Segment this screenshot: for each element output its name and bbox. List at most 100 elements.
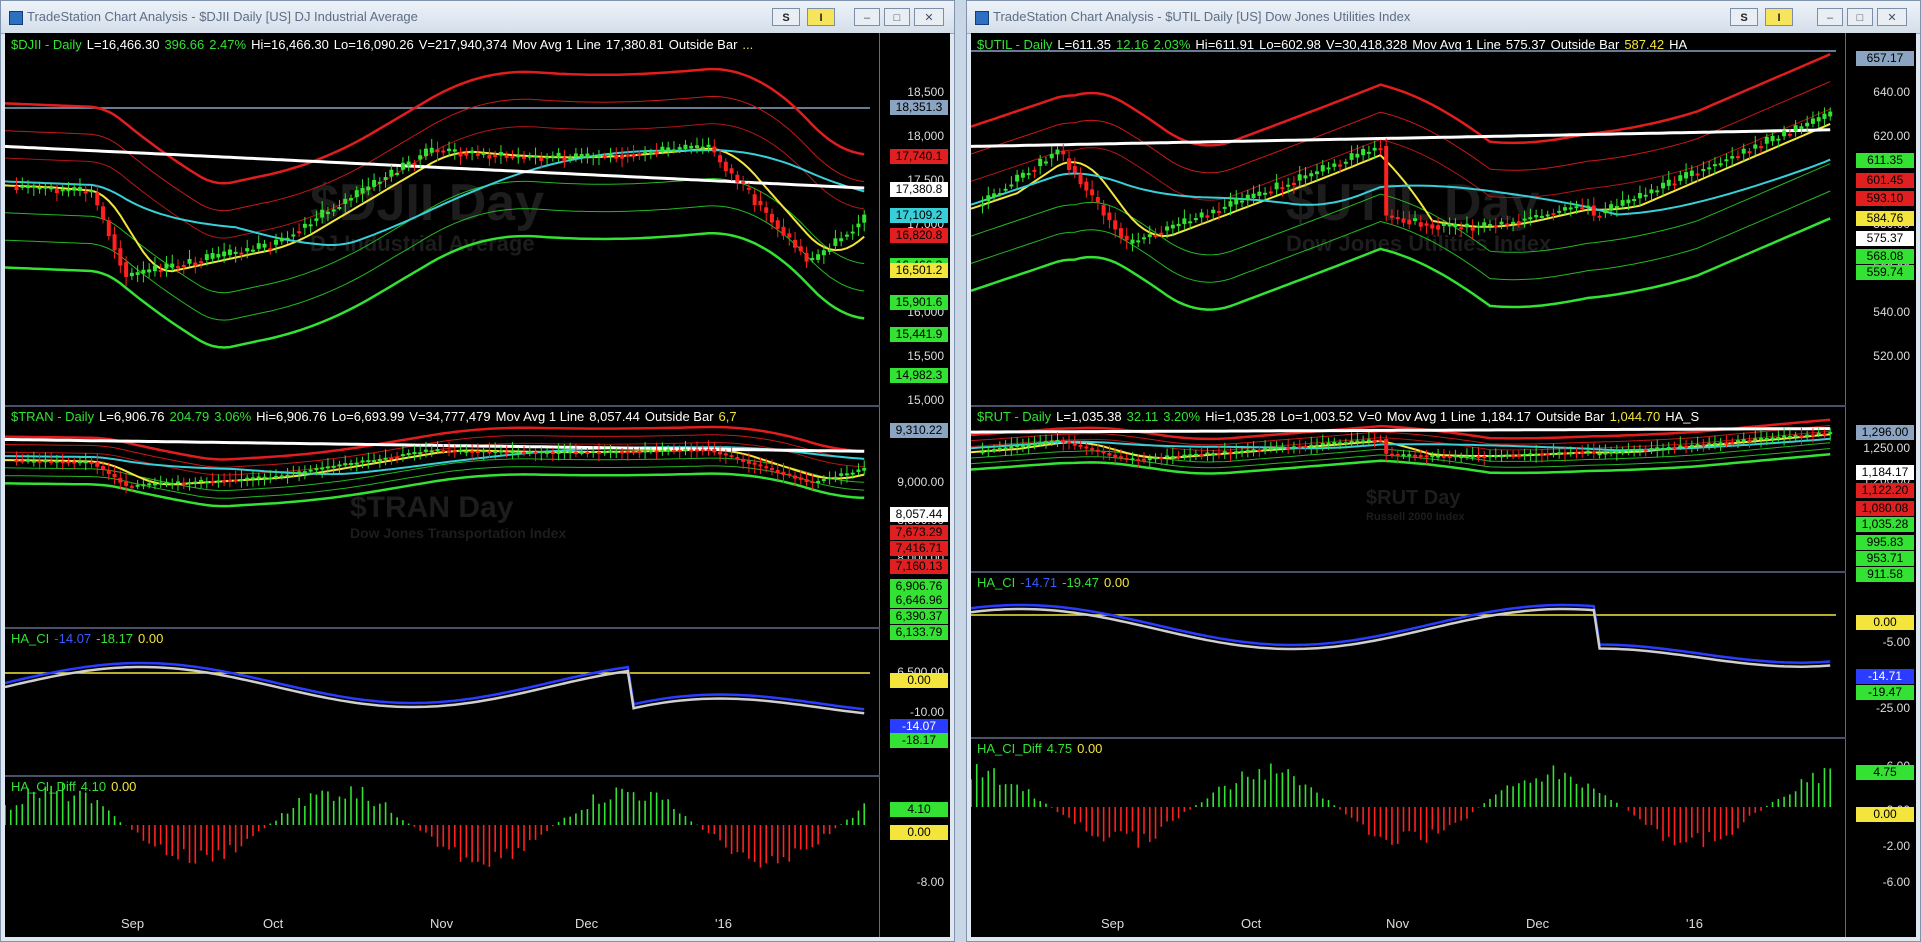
candle (1413, 454, 1418, 457)
candle (1407, 219, 1412, 225)
candle (723, 453, 728, 456)
maximize-button[interactable]: □ (1847, 8, 1873, 26)
candle (764, 207, 769, 213)
title-bar[interactable]: TradeStation Chart Analysis - $UTIL Dail… (967, 1, 1920, 34)
candle (573, 153, 578, 158)
axis-tick-label: 520.00 (1873, 349, 1910, 363)
close-button[interactable]: ✕ (1877, 8, 1907, 26)
candle (1228, 201, 1233, 207)
date-axis-label: '16 (1686, 916, 1703, 931)
candle (1003, 447, 1008, 450)
price-marker: 1,184.17 (1856, 465, 1914, 480)
candle (1349, 440, 1354, 443)
style-menu-button[interactable]: S (1730, 8, 1758, 26)
candle (1637, 193, 1642, 199)
candle (683, 448, 688, 451)
axis-tick-label: 15,000 (907, 393, 944, 407)
price-marker: 0.00 (890, 673, 948, 688)
price-marker: 17,380.8 (890, 182, 948, 197)
candle (1384, 439, 1389, 454)
minimize-button[interactable]: – (854, 8, 880, 26)
chart-window-util[interactable]: TradeStation Chart Analysis - $UTIL Dail… (966, 0, 1921, 942)
candle (1389, 453, 1394, 456)
candle (1332, 163, 1337, 167)
candle (862, 214, 867, 223)
price-marker: 16,820.8 (890, 228, 948, 243)
close-button[interactable]: ✕ (914, 8, 944, 26)
candle (1511, 455, 1516, 458)
candle (1453, 224, 1458, 227)
candle (1528, 453, 1533, 456)
candle (1257, 449, 1262, 452)
candle (1603, 452, 1608, 455)
candle (268, 477, 273, 480)
candle (383, 177, 388, 181)
candle (216, 480, 221, 483)
candle (1603, 209, 1608, 214)
candle (181, 264, 186, 267)
minimize-button[interactable]: – (1817, 8, 1843, 26)
candle (1216, 211, 1221, 214)
ha-ci-line (971, 603, 1831, 664)
candle (72, 461, 77, 464)
price-plot[interactable] (5, 33, 882, 939)
candle (1597, 453, 1602, 456)
price-axis[interactable]: 640.00620.00600.00580.00560.00540.00520.… (1845, 33, 1916, 937)
candle (741, 458, 746, 462)
candle (643, 150, 648, 153)
candle (372, 180, 377, 187)
price-axis[interactable]: 18,50018,00017,50017,00016,50016,00015,5… (879, 33, 950, 937)
title-bar[interactable]: TradeStation Chart Analysis - $DJII Dail… (1, 1, 954, 34)
candle (775, 220, 780, 229)
candle (475, 153, 480, 156)
candle (781, 226, 786, 236)
candle (14, 185, 19, 190)
candle (20, 185, 25, 188)
candle (245, 248, 250, 252)
candle (1015, 445, 1020, 448)
candle (1528, 217, 1533, 220)
price-plot[interactable] (971, 33, 1848, 939)
candle (620, 451, 625, 454)
axis-tick-label: 9,000.00 (897, 475, 944, 489)
chart-area[interactable]: 18,50018,00017,50017,00016,50016,00015,5… (5, 33, 950, 937)
candle (222, 251, 227, 257)
info-menu-button[interactable]: I (1765, 8, 1793, 26)
candle (1701, 444, 1706, 447)
candle (118, 248, 123, 266)
candle (752, 194, 757, 205)
candle (608, 450, 613, 453)
candle (1822, 113, 1827, 119)
candle (1095, 197, 1100, 203)
candle (216, 253, 221, 258)
candle (516, 155, 521, 158)
candle (1661, 447, 1665, 450)
style-menu-button[interactable]: S (772, 8, 800, 26)
candle (464, 450, 469, 453)
candle (1303, 445, 1308, 448)
candle (804, 479, 809, 482)
candle (1188, 454, 1193, 457)
candle (1701, 168, 1706, 172)
info-menu-button[interactable]: I (807, 8, 835, 26)
candle (1637, 448, 1642, 451)
candle (992, 193, 997, 198)
candle (1718, 442, 1723, 445)
candle (1124, 457, 1129, 460)
maximize-button[interactable]: □ (884, 8, 910, 26)
candle (1205, 452, 1210, 455)
candle (423, 148, 428, 157)
chart-window-djii[interactable]: TradeStation Chart Analysis - $DJII Dail… (0, 0, 955, 942)
candle (400, 162, 405, 170)
candle (164, 482, 169, 485)
candle (562, 157, 567, 162)
candle (1147, 458, 1152, 461)
candle (654, 450, 659, 453)
chart-area[interactable]: 640.00620.00600.00580.00560.00540.00520.… (971, 33, 1916, 937)
candle (844, 234, 849, 237)
candle (1320, 165, 1325, 172)
candle (850, 231, 855, 234)
candle (522, 451, 526, 454)
candle (1522, 218, 1527, 221)
candle (798, 246, 803, 252)
